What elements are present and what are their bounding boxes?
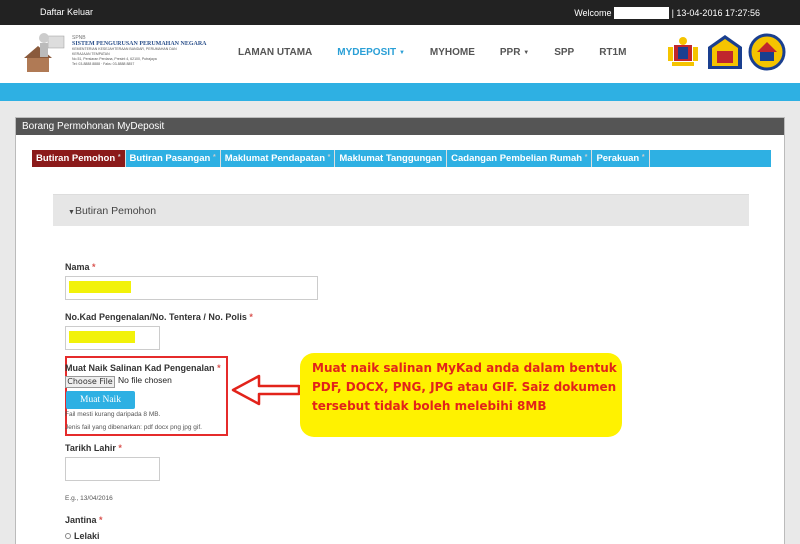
required-star-icon: * — [212, 154, 216, 161]
ic-label: No.Kad Pengenalan/No. Tentera / No. Poli… — [65, 312, 253, 322]
housing-dept-logo-icon — [748, 33, 786, 71]
required-star-icon: * — [117, 154, 121, 161]
tab-butiran-pasangan[interactable]: Butiran Pasangan * — [126, 150, 221, 167]
tab-label: Butiran Pemohon — [36, 153, 116, 164]
type-note: Jenis fail yang dibenarkan: pdf docx png… — [65, 424, 202, 431]
nav-mydeposit[interactable]: MYDEPOSIT ▼ — [337, 47, 405, 58]
dob-label-text: Tarikh Lahir — [65, 443, 116, 453]
nama-label-text: Nama — [65, 262, 90, 272]
section-header[interactable]: ▼Butiran Pemohon — [53, 194, 749, 226]
section-title: Butiran Pemohon — [74, 205, 157, 217]
gender-label-text: Jantina — [65, 515, 97, 525]
spnb-logo-icon[interactable] — [20, 28, 68, 74]
redacted-name-highlight — [69, 281, 131, 293]
gender-option-label: Lelaki — [74, 531, 100, 541]
no-file-text: No file chosen — [118, 375, 172, 385]
tab-cadangan-pembelian[interactable]: Cadangan Pembelian Rumah * — [447, 150, 593, 167]
logo-line3: KEMENTERIAN KESEJAHTERAAN BANDAR, PERUMA… — [72, 47, 177, 56]
callout-line2: PDF, DOCX, PNG, JPG atau GIF. Saiz dokum… — [312, 380, 617, 394]
logo-line5: Tel: 03-8888 8888 · Faks: 03-8888 8857 — [72, 62, 135, 66]
caret-down-icon: ▼ — [68, 209, 75, 216]
dob-input[interactable] — [65, 457, 160, 481]
welcome-area: Welcome | 13-04-2016 17:27:56 — [574, 7, 760, 19]
required-mark: * — [118, 443, 122, 453]
tab-label: Butiran Pasangan — [129, 153, 211, 164]
caret-down-icon: ▼ — [523, 50, 530, 56]
logo-text: SPNB SISTEM PENGURUSAN PERUMAHAN NEGARA … — [72, 35, 207, 67]
username-redacted — [613, 7, 669, 19]
malaysia-crest-icon — [668, 37, 698, 66]
tab-maklumat-pendapatan[interactable]: Maklumat Pendapatan * — [221, 150, 336, 167]
panel-title: Borang Permohonan MyDeposit — [16, 118, 784, 135]
callout-line3: tersebut tidak boleh melebihi 8MB — [312, 399, 547, 413]
nav-spp[interactable]: SPP — [554, 47, 574, 58]
welcome-label: Welcome — [574, 8, 612, 18]
required-mark: * — [249, 312, 253, 322]
form-tabs: Butiran Pemohon * Butiran Pasangan * Mak… — [32, 150, 771, 167]
top-bar: Daftar Keluar Welcome | 13-04-2016 17:27… — [0, 0, 800, 25]
redacted-ic-highlight — [69, 331, 135, 343]
required-mark: * — [92, 262, 96, 272]
form-panel: Borang Permohonan MyDeposit Butiran Pemo… — [15, 117, 785, 544]
choose-file-button[interactable]: Choose File — [65, 376, 115, 388]
required-mark: * — [217, 363, 221, 373]
nav-rt1m[interactable]: RT1M — [599, 47, 626, 58]
nav-mydeposit-label: MYDEPOSIT — [337, 47, 397, 58]
instruction-callout: Muat naik salinan MyKad anda dalam bentu… — [300, 353, 622, 437]
nama-label: Nama * — [65, 262, 96, 272]
nav-laman-utama[interactable]: LAMAN UTAMA — [238, 47, 312, 58]
ic-label-text: No.Kad Pengenalan/No. Tentera / No. Poli… — [65, 312, 247, 322]
nav-myhome[interactable]: MYHOME — [430, 47, 475, 58]
dob-hint: E.g., 13/04/2016 — [65, 495, 113, 502]
callout-line1: Muat naik salinan MyKad anda dalam bentu… — [312, 361, 617, 375]
gender-radio-lelaki[interactable]: Lelaki — [65, 531, 100, 541]
tab-label: Maklumat Tanggungan — [339, 153, 443, 164]
nav-ppr-label: PPR — [499, 47, 521, 58]
dob-label: Tarikh Lahir * — [65, 443, 122, 453]
required-star-icon: * — [584, 154, 588, 161]
required-star-icon: * — [641, 154, 645, 161]
upload-label-text: Muat Naik Salinan Kad Pengenalan — [65, 363, 215, 373]
tab-label: Perakuan — [596, 153, 640, 164]
logout-link[interactable]: Daftar Keluar — [40, 7, 93, 17]
gender-label: Jantina * — [65, 515, 103, 525]
radio-circle-icon[interactable] — [65, 533, 71, 539]
tab-perakuan[interactable]: Perakuan * — [592, 150, 650, 167]
nav-ppr[interactable]: PPR ▼ — [500, 47, 529, 58]
blue-strip — [0, 83, 800, 101]
required-star-icon: * — [327, 154, 331, 161]
tab-label: Cadangan Pembelian Rumah — [451, 153, 583, 164]
tab-label: Maklumat Pendapatan — [224, 153, 326, 164]
arrow-left-icon — [231, 374, 301, 406]
header: SPNB SISTEM PENGURUSAN PERUMAHAN NEGARA … — [0, 25, 800, 83]
ministry-logo-icon — [708, 35, 742, 69]
required-mark: * — [99, 515, 103, 525]
tab-butiran-pemohon[interactable]: Butiran Pemohon * — [32, 150, 126, 167]
caret-down-icon: ▼ — [398, 50, 405, 56]
tab-maklumat-tanggungan[interactable]: Maklumat Tanggungan — [335, 150, 448, 167]
datetime-text: | 13-04-2016 17:27:56 — [671, 8, 760, 18]
upload-label: Muat Naik Salinan Kad Pengenalan * — [65, 363, 221, 373]
main-nav: LAMAN UTAMA MYDEPOSIT ▼ MYHOME PPR ▼ SPP… — [238, 47, 651, 58]
size-note: Fail mesti kurang daripada 8 MB. — [65, 411, 161, 418]
upload-button[interactable]: Muat Naik — [66, 391, 135, 409]
